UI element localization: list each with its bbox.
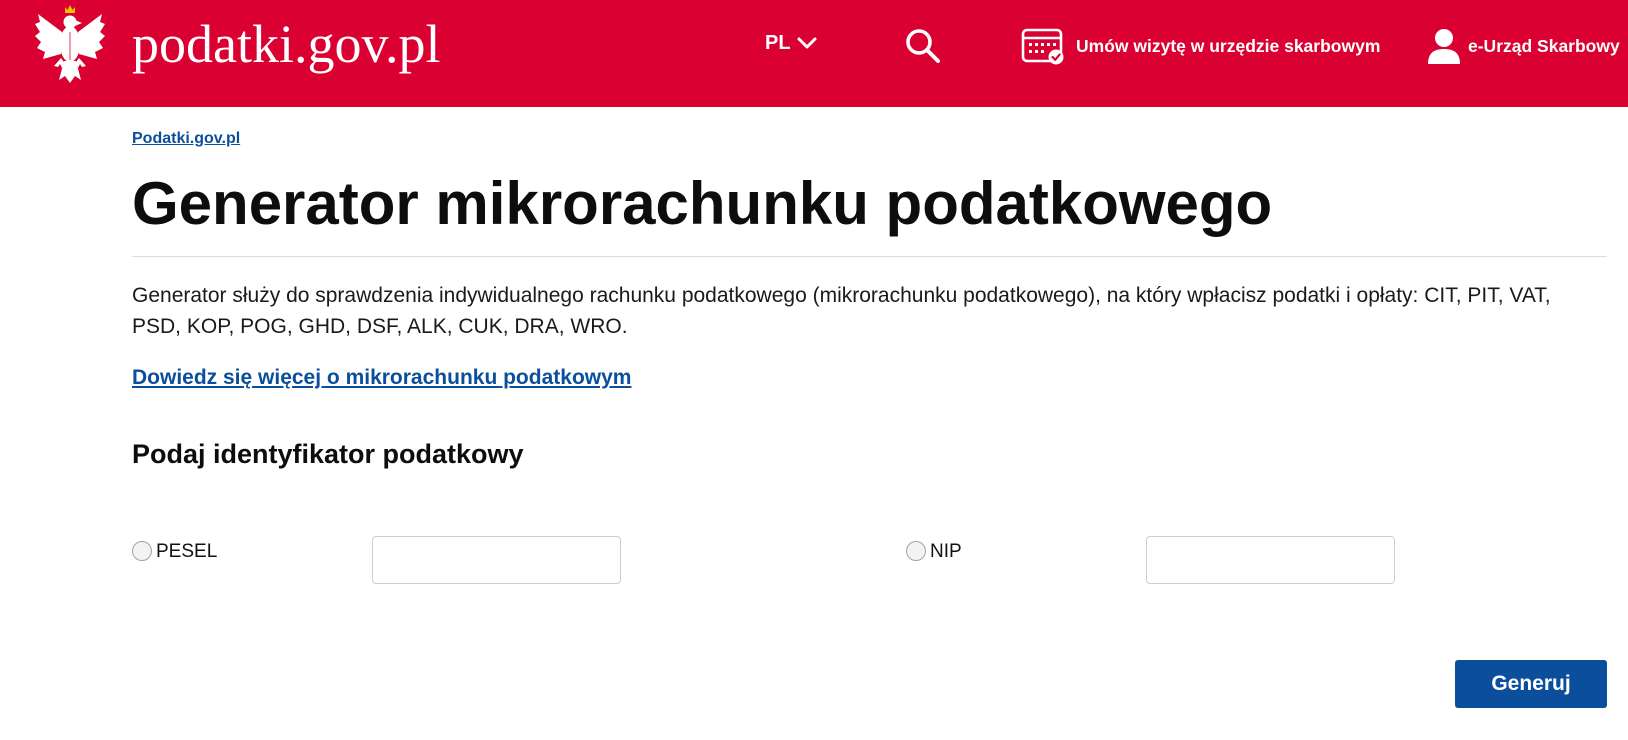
e-urzad-login-link[interactable]: e-Urząd Skarbowy (1426, 26, 1620, 66)
nip-input[interactable] (1146, 536, 1395, 584)
breadcrumb-home-link[interactable]: Podatki.gov.pl (132, 129, 240, 149)
site-header: podatki.gov.pl PL Umów wizytę w urzędzie… (0, 0, 1628, 107)
pesel-input[interactable] (372, 536, 621, 584)
page-title: Generator mikrorachunku podatkowego (132, 170, 1273, 237)
e-urzad-label: e-Urząd Skarbowy (1468, 36, 1620, 56)
learn-more-link[interactable]: Dowiedz się więcej o mikrorachunku podat… (132, 364, 631, 392)
calendar-check-icon (1021, 28, 1064, 65)
language-label: PL (765, 32, 791, 54)
appointment-label: Umów wizytę w urzędzie skarbowym (1076, 36, 1381, 56)
generate-button[interactable]: Generuj (1455, 660, 1607, 708)
chevron-down-icon (797, 37, 817, 49)
nip-radio[interactable] (906, 541, 926, 561)
site-name-link[interactable]: podatki.gov.pl (132, 17, 440, 71)
nip-label[interactable]: NIP (930, 540, 962, 564)
user-icon (1428, 29, 1460, 64)
title-divider (132, 256, 1607, 257)
search-button[interactable] (904, 27, 942, 65)
section-heading: Podaj identyfikator podatkowy (132, 439, 524, 469)
book-appointment-link[interactable]: Umów wizytę w urzędzie skarbowym (1021, 26, 1380, 66)
pesel-radio[interactable] (132, 541, 152, 561)
page-description: Generator służy do sprawdzenia indywidua… (132, 284, 1551, 338)
search-icon (906, 29, 940, 63)
language-selector[interactable]: PL (765, 30, 817, 56)
eagle-logo-icon[interactable] (34, 4, 106, 84)
pesel-label[interactable]: PESEL (156, 540, 217, 564)
